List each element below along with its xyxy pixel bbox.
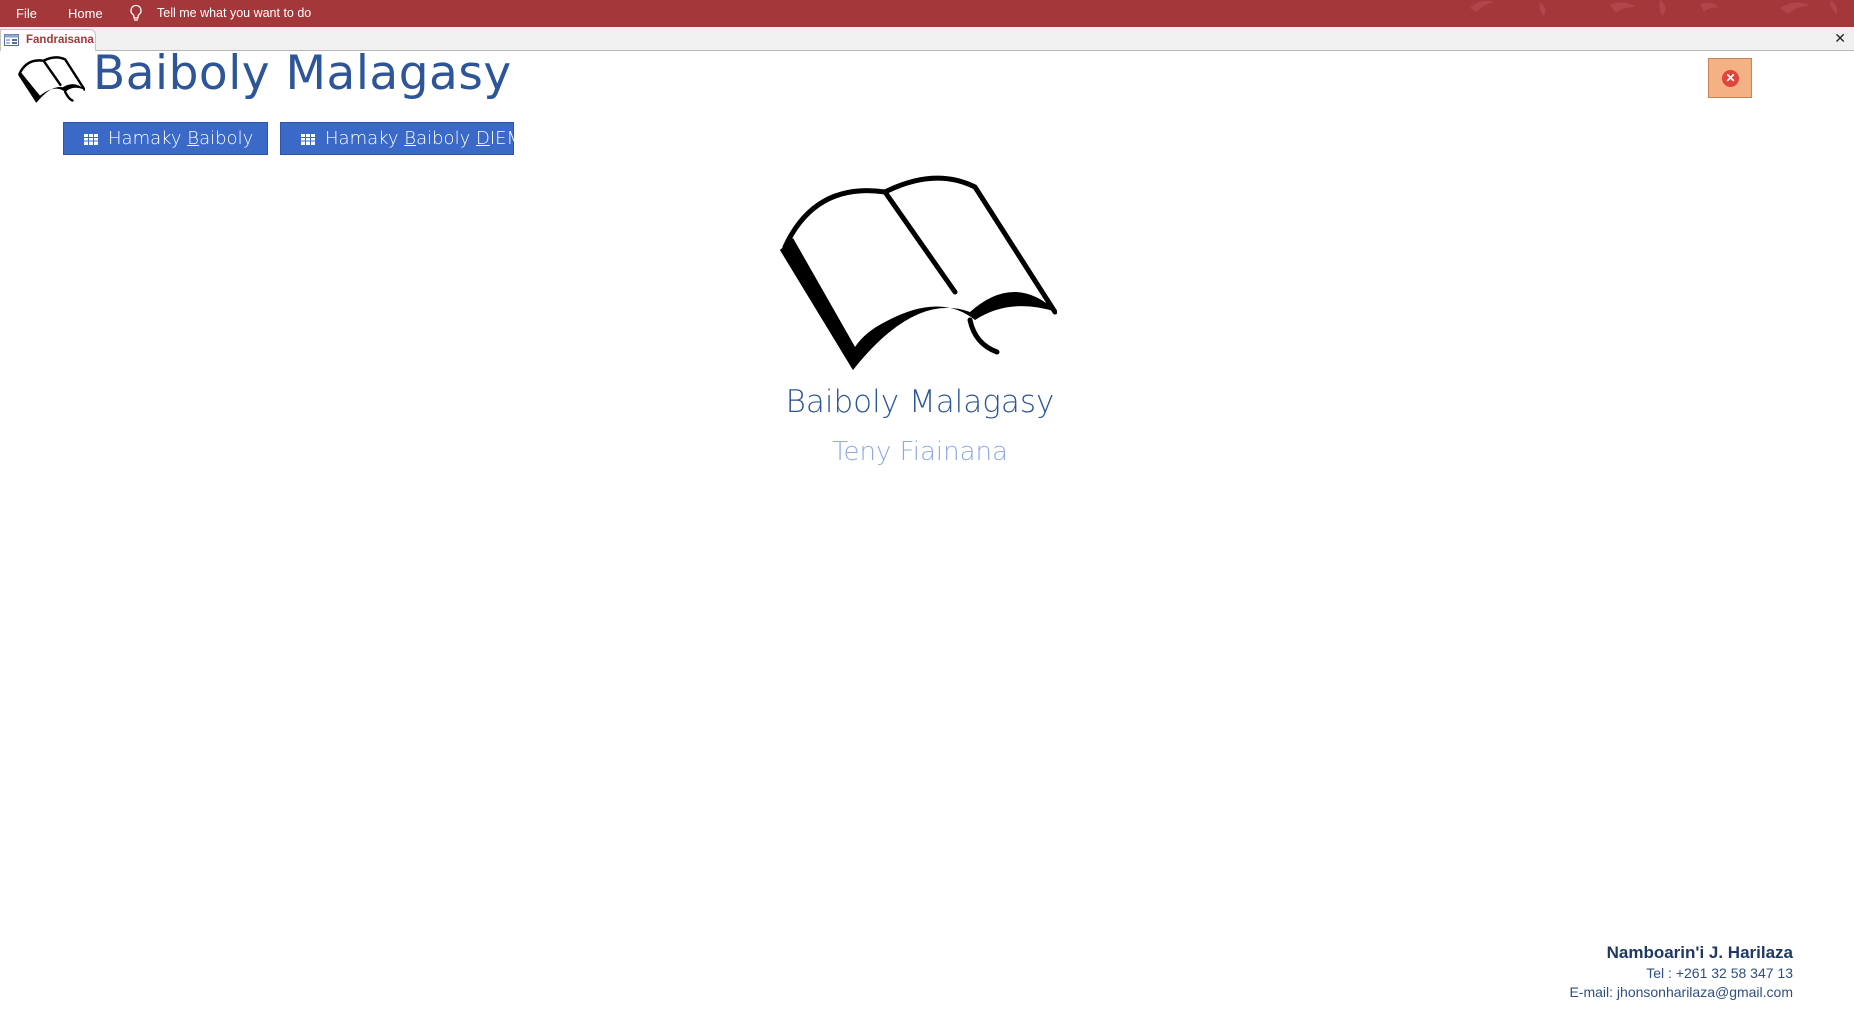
form-icon <box>4 34 19 46</box>
open-book-icon <box>18 56 85 103</box>
table-icon <box>301 134 315 145</box>
header-title: Baiboly Malagasy <box>93 46 512 101</box>
footer-phone: Tel : +261 32 58 347 13 <box>1646 965 1793 981</box>
close-circle-icon: ✕ <box>1722 70 1739 87</box>
ribbon-bar: File Home Tell me what you want to do <box>0 0 1854 27</box>
open-book-icon <box>780 175 1057 370</box>
close-document-button[interactable]: ✕ <box>1834 30 1846 46</box>
center-subtitle: Teny Fiainana <box>832 437 1008 467</box>
hamaky-baiboly-button[interactable]: Hamaky Baiboly <box>63 122 268 155</box>
hamaky-baiboly-diem-label: Hamaky Baiboly DIEM <box>325 128 523 149</box>
document-tab-fandraisana[interactable]: Fandraisana <box>0 29 96 51</box>
footer-author: Namboarin'i J. Harilaza <box>1606 943 1793 962</box>
table-icon <box>84 134 98 145</box>
ribbon-decoration <box>1470 0 1838 16</box>
hamaky-baiboly-label: Hamaky Baiboly <box>108 128 254 149</box>
tell-me-search[interactable]: Tell me what you want to do <box>157 6 311 20</box>
document-tab-label: Fandraisana <box>26 34 94 46</box>
center-title: Baiboly Malagasy <box>785 384 1055 420</box>
lightbulb-icon <box>130 4 142 21</box>
footer-email: E-mail: jhonsonharilaza@gmail.com <box>1569 984 1793 1000</box>
home-tab[interactable]: Home <box>68 6 103 21</box>
file-menu[interactable]: File <box>16 6 37 21</box>
close-form-button[interactable]: ✕ <box>1708 58 1752 98</box>
hamaky-baiboly-diem-button[interactable]: Hamaky Baiboly DIEM <box>280 122 522 155</box>
